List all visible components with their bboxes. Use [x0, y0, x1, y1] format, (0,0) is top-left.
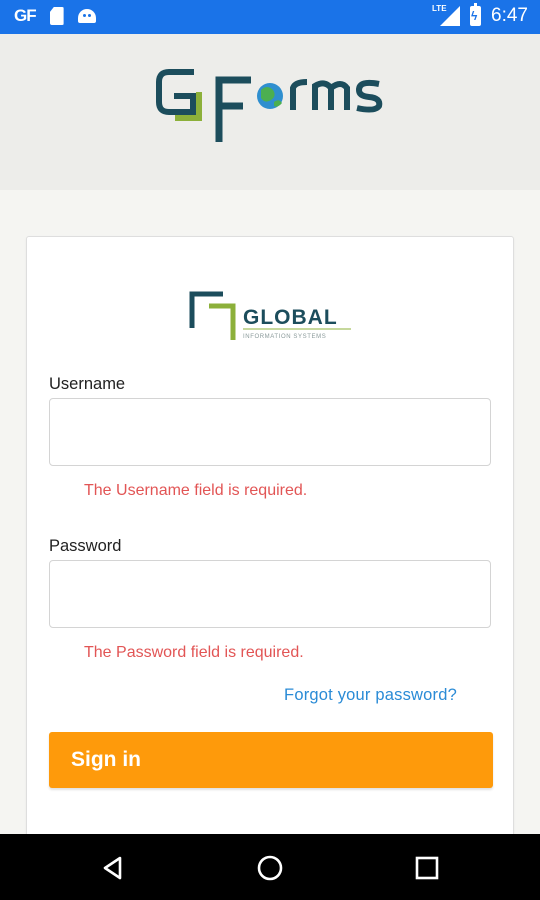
back-button[interactable]: [96, 851, 130, 885]
username-label: Username: [49, 375, 126, 393]
password-label: Password: [49, 537, 122, 555]
home-button[interactable]: [253, 851, 287, 885]
sd-card-icon: [49, 7, 64, 25]
forgot-password-link[interactable]: Forgot your password?: [284, 686, 457, 705]
status-left-group: GF: [14, 6, 96, 26]
gforms-logo: [156, 69, 383, 142]
sign-in-button[interactable]: Sign in: [49, 732, 493, 788]
global-logo: GLOBAL INFORMATION SYSTEMS: [189, 291, 351, 340]
username-input[interactable]: [49, 398, 491, 466]
battery-charging-icon: [470, 3, 482, 26]
username-error: The Username field is required.: [84, 482, 308, 499]
password-input[interactable]: [49, 560, 491, 628]
recents-button[interactable]: [410, 851, 444, 885]
android-debug-icon: [77, 9, 96, 23]
status-right-group: LTE 6:47: [432, 3, 528, 27]
recents-icon: [415, 856, 439, 880]
status-clock: 6:47: [491, 5, 528, 26]
status-bar: GF LTE 6:47: [0, 0, 540, 34]
login-card: GLOBAL INFORMATION SYSTEMS Username The …: [26, 236, 514, 846]
home-icon: [257, 855, 283, 881]
password-error: The Password field is required.: [84, 644, 304, 661]
app-header: [0, 34, 540, 190]
global-logo-tagline: INFORMATION SYSTEMS: [243, 334, 326, 340]
global-logo-name: GLOBAL: [243, 306, 338, 329]
navigation-bar: [0, 834, 540, 900]
gforms-notification-icon: GF: [14, 6, 37, 25]
lte-signal-icon: LTE: [432, 4, 461, 26]
back-icon: [103, 856, 122, 880]
